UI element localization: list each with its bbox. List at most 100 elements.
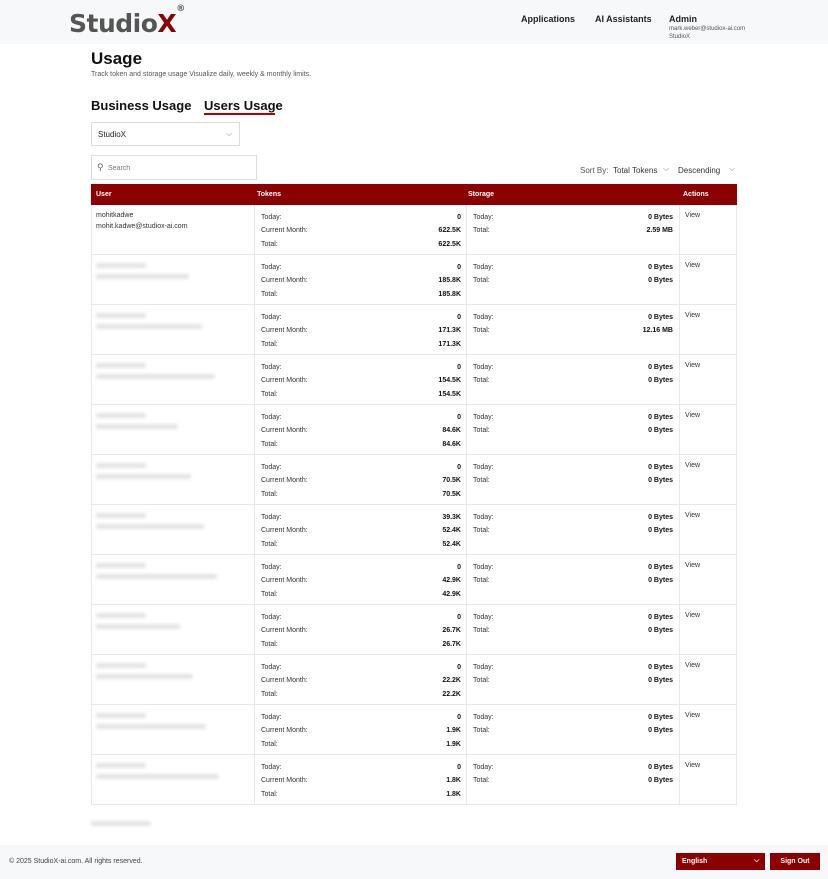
cell-divider (254, 705, 255, 755)
cell-divider (91, 605, 92, 655)
sort-order-select[interactable]: Descending (678, 166, 720, 175)
storage-total-label: Total: (473, 477, 490, 484)
storage-total-label: Total: (473, 227, 490, 234)
sort-field-select[interactable]: Total Tokens (613, 166, 657, 175)
tokens-total-label: Total: (261, 741, 278, 748)
view-button[interactable]: View (685, 712, 700, 719)
tokens-today-label: Today: (261, 514, 282, 521)
cell-divider (679, 705, 680, 755)
studiox-logo[interactable]: StudioX® (69, 4, 185, 38)
view-button[interactable]: View (685, 312, 700, 319)
user-email-blurred (96, 674, 193, 679)
tokens-total-label: Total: (261, 341, 278, 348)
user-email-blurred (96, 724, 206, 729)
storage-total-label: Total: (473, 727, 490, 734)
search-box[interactable]: ⚲ (91, 155, 257, 180)
sign-out-button[interactable]: Sign Out (770, 853, 820, 870)
storage-today-label: Today: (473, 214, 494, 221)
storage-today-label: Today: (473, 764, 494, 771)
storage-total-value: 0 Bytes (648, 427, 673, 434)
table-row: Today: Current Month: Total: 0 1.9K 1.9K Today… (91, 705, 737, 755)
view-button[interactable]: View (685, 212, 700, 219)
view-button[interactable]: View (685, 462, 700, 469)
admin-name[interactable]: Admin (669, 14, 697, 24)
storage-total-value: 0 Bytes (648, 377, 673, 384)
cell-divider (679, 505, 680, 555)
view-button[interactable]: View (685, 512, 700, 519)
view-button[interactable]: View (685, 562, 700, 569)
storage-total-label: Total: (473, 527, 490, 534)
admin-org: StudioX (669, 34, 691, 40)
view-button[interactable]: View (685, 662, 700, 669)
cell-divider (679, 205, 680, 255)
table-row: Today: Current Month: Total: 0 22.2K 22.2K Tod… (91, 655, 737, 705)
cell-divider (679, 655, 680, 705)
page-title: Usage (91, 49, 143, 68)
cell-divider (679, 355, 680, 405)
storage-total-label: Total: (473, 777, 490, 784)
cell-divider (679, 455, 680, 505)
organization-select[interactable]: StudioX ⌵ (91, 122, 240, 146)
view-button[interactable]: View (685, 612, 700, 619)
cell-divider (466, 505, 467, 555)
cell-divider (91, 505, 92, 555)
tokens-total-value: 185.8K (438, 291, 461, 298)
tokens-month-label: Current Month: (261, 577, 308, 584)
tokens-total-label: Total: (261, 291, 278, 298)
storage-total-value: 12.16 MB (642, 327, 673, 334)
storage-total-label: Total: (473, 677, 490, 684)
tokens-total-value: 22.2K (442, 691, 461, 698)
tab-business-usage[interactable]: Business Usage (91, 98, 191, 113)
chevron-down-icon: ⌵ (754, 857, 760, 864)
header-user: User (96, 191, 112, 198)
pagination-info-blurred (91, 821, 151, 826)
view-button[interactable]: View (685, 762, 700, 769)
storage-today-value: 0 Bytes (648, 464, 673, 471)
tokens-month-value: 622.5K (438, 227, 461, 234)
cell-divider (679, 255, 680, 305)
cell-divider (736, 455, 737, 505)
storage-total-label: Total: (473, 577, 490, 584)
chevron-down-icon[interactable]: ⌵ (729, 164, 735, 174)
cell-divider (466, 255, 467, 305)
user-email-blurred (96, 274, 189, 279)
tokens-today-label: Today: (261, 264, 282, 271)
cell-divider (466, 605, 467, 655)
table-row: Today: Current Month: Total: 0 171.3K 171.3K T… (91, 305, 737, 355)
tokens-total-label: Total: (261, 791, 278, 798)
cell-divider (466, 755, 467, 805)
cell-divider (466, 705, 467, 755)
nav-applications[interactable]: Applications (521, 14, 575, 24)
tokens-total-value: 70.5K (442, 491, 461, 498)
cell-divider (736, 605, 737, 655)
table-row: Today: Current Month: Total: 0 1.8K 1.8K Today… (91, 755, 737, 805)
tab-users-usage[interactable]: Users Usage (204, 98, 283, 113)
user-email-blurred (96, 624, 180, 629)
tokens-today-label: Today: (261, 764, 282, 771)
search-input[interactable] (108, 161, 248, 175)
view-button[interactable]: View (685, 362, 700, 369)
cell-divider (254, 305, 255, 355)
cell-divider (91, 705, 92, 755)
top-header: StudioX® Applications AI Assistants Admi… (0, 0, 828, 44)
user-email-blurred (96, 374, 215, 379)
language-select[interactable]: English ⌵ (676, 853, 765, 870)
tokens-month-label: Current Month: (261, 727, 308, 734)
user-name-blurred (96, 563, 146, 568)
tokens-today-value: 0 (457, 314, 461, 321)
tokens-today-value: 0 (457, 414, 461, 421)
cell-divider (466, 205, 467, 255)
nav-ai-assistants[interactable]: AI Assistants (595, 14, 652, 24)
organization-select-value: StudioX (98, 130, 127, 139)
view-button[interactable]: View (685, 262, 700, 269)
tokens-month-label: Current Month: (261, 327, 308, 334)
page-subtitle: Track token and storage usage Visualize … (91, 71, 312, 78)
storage-total-label: Total: (473, 327, 490, 334)
cell-divider (679, 755, 680, 805)
chevron-down-icon[interactable]: ⌵ (663, 164, 669, 174)
active-tab-indicator (204, 113, 275, 115)
storage-today-value: 0 Bytes (648, 364, 673, 371)
tokens-total-value: 42.9K (442, 591, 461, 598)
view-button[interactable]: View (685, 412, 700, 419)
tokens-total-value: 52.4K (442, 541, 461, 548)
